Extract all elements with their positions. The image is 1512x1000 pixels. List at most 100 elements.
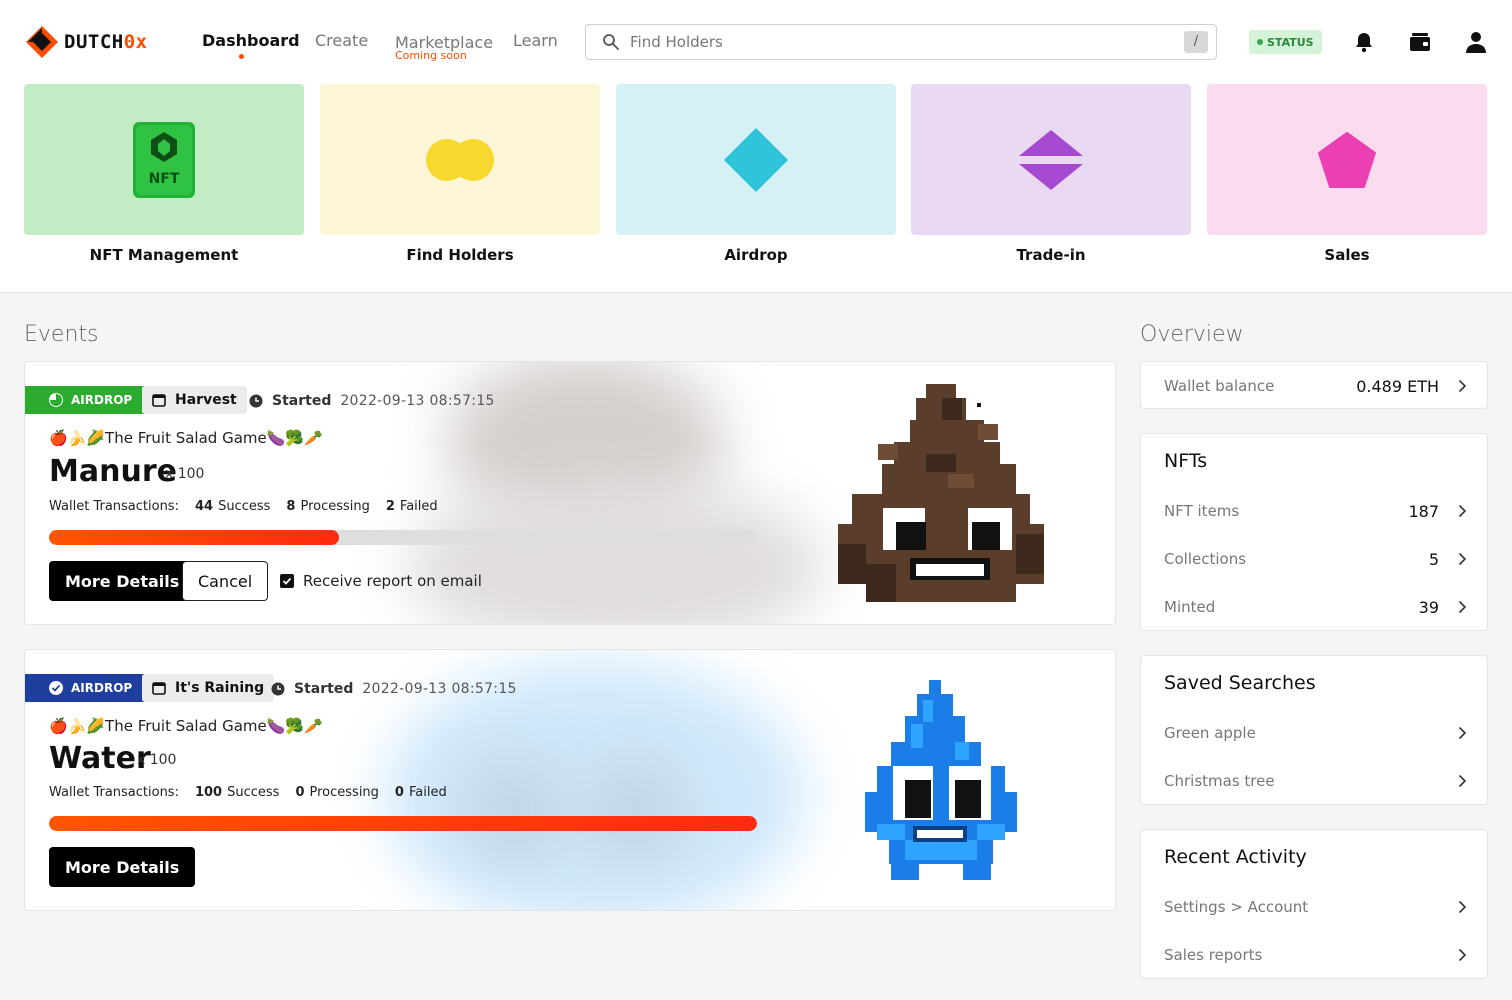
brand-name: DUTCH0x bbox=[64, 31, 148, 53]
nfts-card: NFTs NFT items 187 Collections 5 Minted … bbox=[1140, 433, 1488, 631]
chevron-right-icon bbox=[1458, 504, 1467, 518]
search-shortcut-hint: / bbox=[1184, 31, 1208, 53]
started-timestamp: 2022-09-13 08:57:15 bbox=[340, 393, 495, 409]
event-quantity: x 100 bbox=[137, 752, 177, 768]
nft-items-row[interactable]: NFT items 187 bbox=[1141, 496, 1487, 526]
chevron-right-icon bbox=[1458, 948, 1467, 962]
nfts-heading: NFTs bbox=[1164, 450, 1208, 472]
airdrop-badge-label: AIRDROP bbox=[71, 681, 133, 695]
event-tag-label: Harvest bbox=[175, 392, 237, 408]
minted-value: 39 bbox=[1418, 597, 1439, 617]
chevron-right-icon bbox=[1458, 726, 1467, 740]
progress-fill bbox=[49, 816, 757, 831]
tile-trade-in[interactable] bbox=[911, 84, 1191, 235]
chevron-right-icon bbox=[1458, 552, 1467, 566]
processing-label: Processing bbox=[300, 499, 370, 514]
email-report-label: Receive report on email bbox=[303, 572, 482, 590]
event-name: Water bbox=[49, 741, 151, 776]
tile-find-holders[interactable] bbox=[320, 84, 600, 235]
saved-searches-heading: Saved Searches bbox=[1164, 672, 1316, 694]
top-panel: DUTCH0x Dashboard Create Marketplace Com… bbox=[0, 0, 1512, 293]
collections-value: 5 bbox=[1428, 549, 1439, 569]
cancel-button[interactable]: Cancel bbox=[182, 561, 269, 601]
success-count: 44 bbox=[194, 499, 214, 514]
saved-search-label: Christmas tree bbox=[1164, 772, 1275, 790]
chevron-right-icon bbox=[1458, 600, 1467, 614]
clock-icon bbox=[271, 682, 285, 696]
tile-sales[interactable] bbox=[1207, 84, 1487, 235]
bell-icon[interactable] bbox=[1352, 30, 1376, 54]
nav-create[interactable]: Create bbox=[315, 31, 368, 50]
wallet-balance-value: 0.489 ETH bbox=[1356, 376, 1439, 396]
airdrop-badge-icon bbox=[49, 393, 63, 407]
event-tag-label: It's Raining bbox=[175, 680, 265, 696]
events-heading: Events bbox=[24, 322, 99, 347]
brand-logo[interactable]: DUTCH0x bbox=[24, 24, 148, 60]
check-circle-icon bbox=[49, 681, 63, 695]
recent-activity-item[interactable]: Sales reports bbox=[1141, 940, 1487, 970]
diamond-icon bbox=[724, 127, 788, 192]
calendar-icon bbox=[152, 394, 166, 407]
blurred-background-spot bbox=[465, 760, 565, 860]
tile-nft-management[interactable]: NFT bbox=[24, 84, 304, 235]
nav-learn[interactable]: Learn bbox=[513, 31, 558, 50]
saved-search-item[interactable]: Green apple bbox=[1141, 718, 1487, 748]
chevron-right-icon bbox=[1458, 900, 1467, 914]
status-dot bbox=[1257, 39, 1263, 45]
saved-search-label: Green apple bbox=[1164, 724, 1256, 742]
event-started: Started 2022-09-13 08:57:15 bbox=[249, 393, 495, 409]
double-circle-icon bbox=[426, 138, 494, 181]
tile-airdrop[interactable] bbox=[616, 84, 896, 235]
failed-count: 2 bbox=[385, 499, 395, 514]
search-icon bbox=[603, 34, 619, 50]
minted-label: Minted bbox=[1164, 598, 1216, 616]
wallet-transactions: Wallet Transactions: 44 Success 8 Processi… bbox=[49, 499, 438, 514]
failed-label: Failed bbox=[408, 785, 447, 800]
event-quantity: x 100 bbox=[165, 466, 205, 482]
nft-icon: NFT bbox=[133, 121, 195, 198]
user-icon[interactable] bbox=[1464, 30, 1488, 54]
calendar-icon bbox=[152, 682, 166, 695]
wallet-transactions: Wallet Transactions: 100 Success 0 Process… bbox=[49, 785, 447, 800]
brand-suffix: 0x bbox=[123, 31, 148, 53]
airdrop-badge: AIRDROP bbox=[25, 674, 145, 702]
saved-search-item[interactable]: Christmas tree bbox=[1141, 766, 1487, 796]
more-details-button[interactable]: More Details bbox=[49, 847, 196, 887]
progress-fill bbox=[49, 530, 340, 545]
chevron-right-icon bbox=[1458, 774, 1467, 788]
processing-count: 0 bbox=[295, 785, 305, 800]
wallet-balance-card[interactable]: Wallet balance 0.489 ETH bbox=[1140, 361, 1488, 409]
clock-icon bbox=[249, 394, 263, 408]
marketplace-coming-soon: Coming soon bbox=[395, 49, 467, 62]
blurred-background-lower bbox=[405, 482, 825, 624]
tile-label-nft-management: NFT Management bbox=[89, 246, 239, 264]
email-report-checkbox[interactable]: Receive report on email bbox=[280, 572, 482, 590]
search-input[interactable] bbox=[630, 33, 1170, 51]
started-timestamp: 2022-09-13 08:57:15 bbox=[362, 681, 517, 697]
checkbox-checked-icon bbox=[280, 574, 294, 588]
wallet-balance-row[interactable]: Wallet balance 0.489 ETH bbox=[1141, 371, 1487, 401]
logo-icon bbox=[26, 26, 58, 58]
recent-activity-label: Sales reports bbox=[1164, 946, 1263, 964]
more-details-button[interactable]: More Details bbox=[49, 561, 196, 601]
nav-dashboard[interactable]: Dashboard bbox=[202, 31, 300, 50]
status-badge[interactable]: STATUS bbox=[1249, 30, 1322, 54]
game-name: 🍎🍌🌽The Fruit Salad Game🍆🥦🥕 bbox=[49, 429, 323, 447]
tile-label-sales: Sales bbox=[1324, 246, 1370, 264]
event-started: Started 2022-09-13 08:57:15 bbox=[271, 681, 517, 697]
wallet-transactions-label: Wallet Transactions: bbox=[49, 499, 179, 514]
processing-label: Processing bbox=[309, 785, 379, 800]
search-bar: / bbox=[585, 24, 1217, 60]
nft-items-label: NFT items bbox=[1164, 502, 1240, 520]
saved-searches-card: Saved Searches Green apple Christmas tre… bbox=[1140, 655, 1488, 805]
collections-row[interactable]: Collections 5 bbox=[1141, 544, 1487, 574]
started-label: Started bbox=[272, 393, 332, 409]
tile-label-trade-in: Trade-in bbox=[1016, 246, 1086, 264]
airdrop-badge: AIRDROP bbox=[25, 386, 145, 414]
nft-items-value: 187 bbox=[1408, 501, 1439, 521]
recent-activity-item[interactable]: Settings > Account bbox=[1141, 892, 1487, 922]
wallet-icon[interactable] bbox=[1408, 30, 1432, 54]
failed-count: 0 bbox=[394, 785, 404, 800]
recent-activity-label: Settings > Account bbox=[1164, 898, 1309, 916]
minted-row[interactable]: Minted 39 bbox=[1141, 592, 1487, 622]
